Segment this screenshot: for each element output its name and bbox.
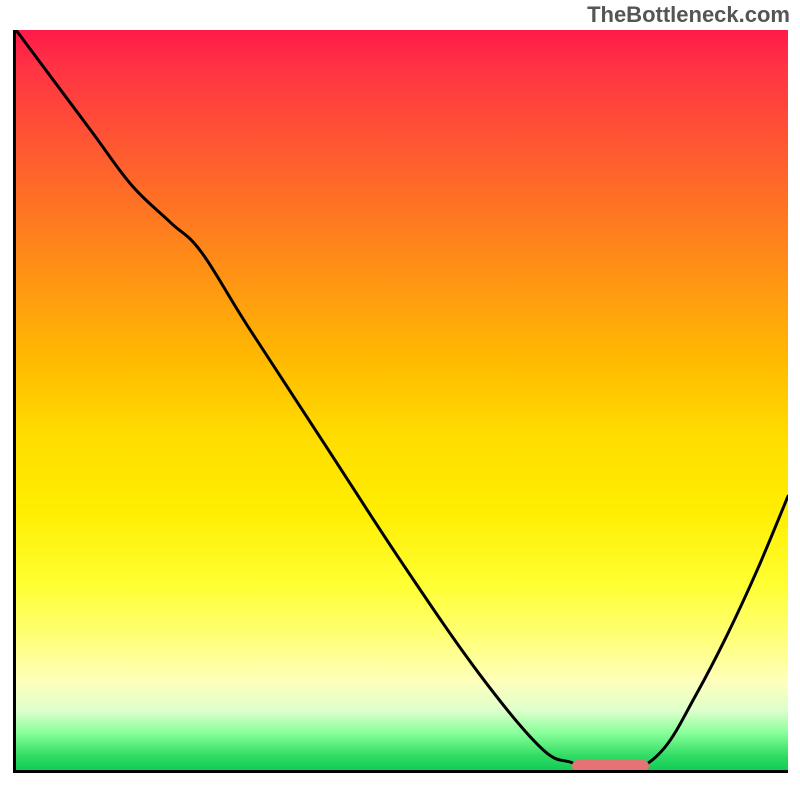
line-chart-svg	[16, 30, 788, 770]
chart-container: TheBottleneck.com	[0, 0, 800, 800]
highlight-marker	[572, 760, 649, 772]
watermark-text: TheBottleneck.com	[587, 2, 790, 28]
plot-area	[13, 30, 788, 773]
data-curve	[16, 30, 788, 770]
